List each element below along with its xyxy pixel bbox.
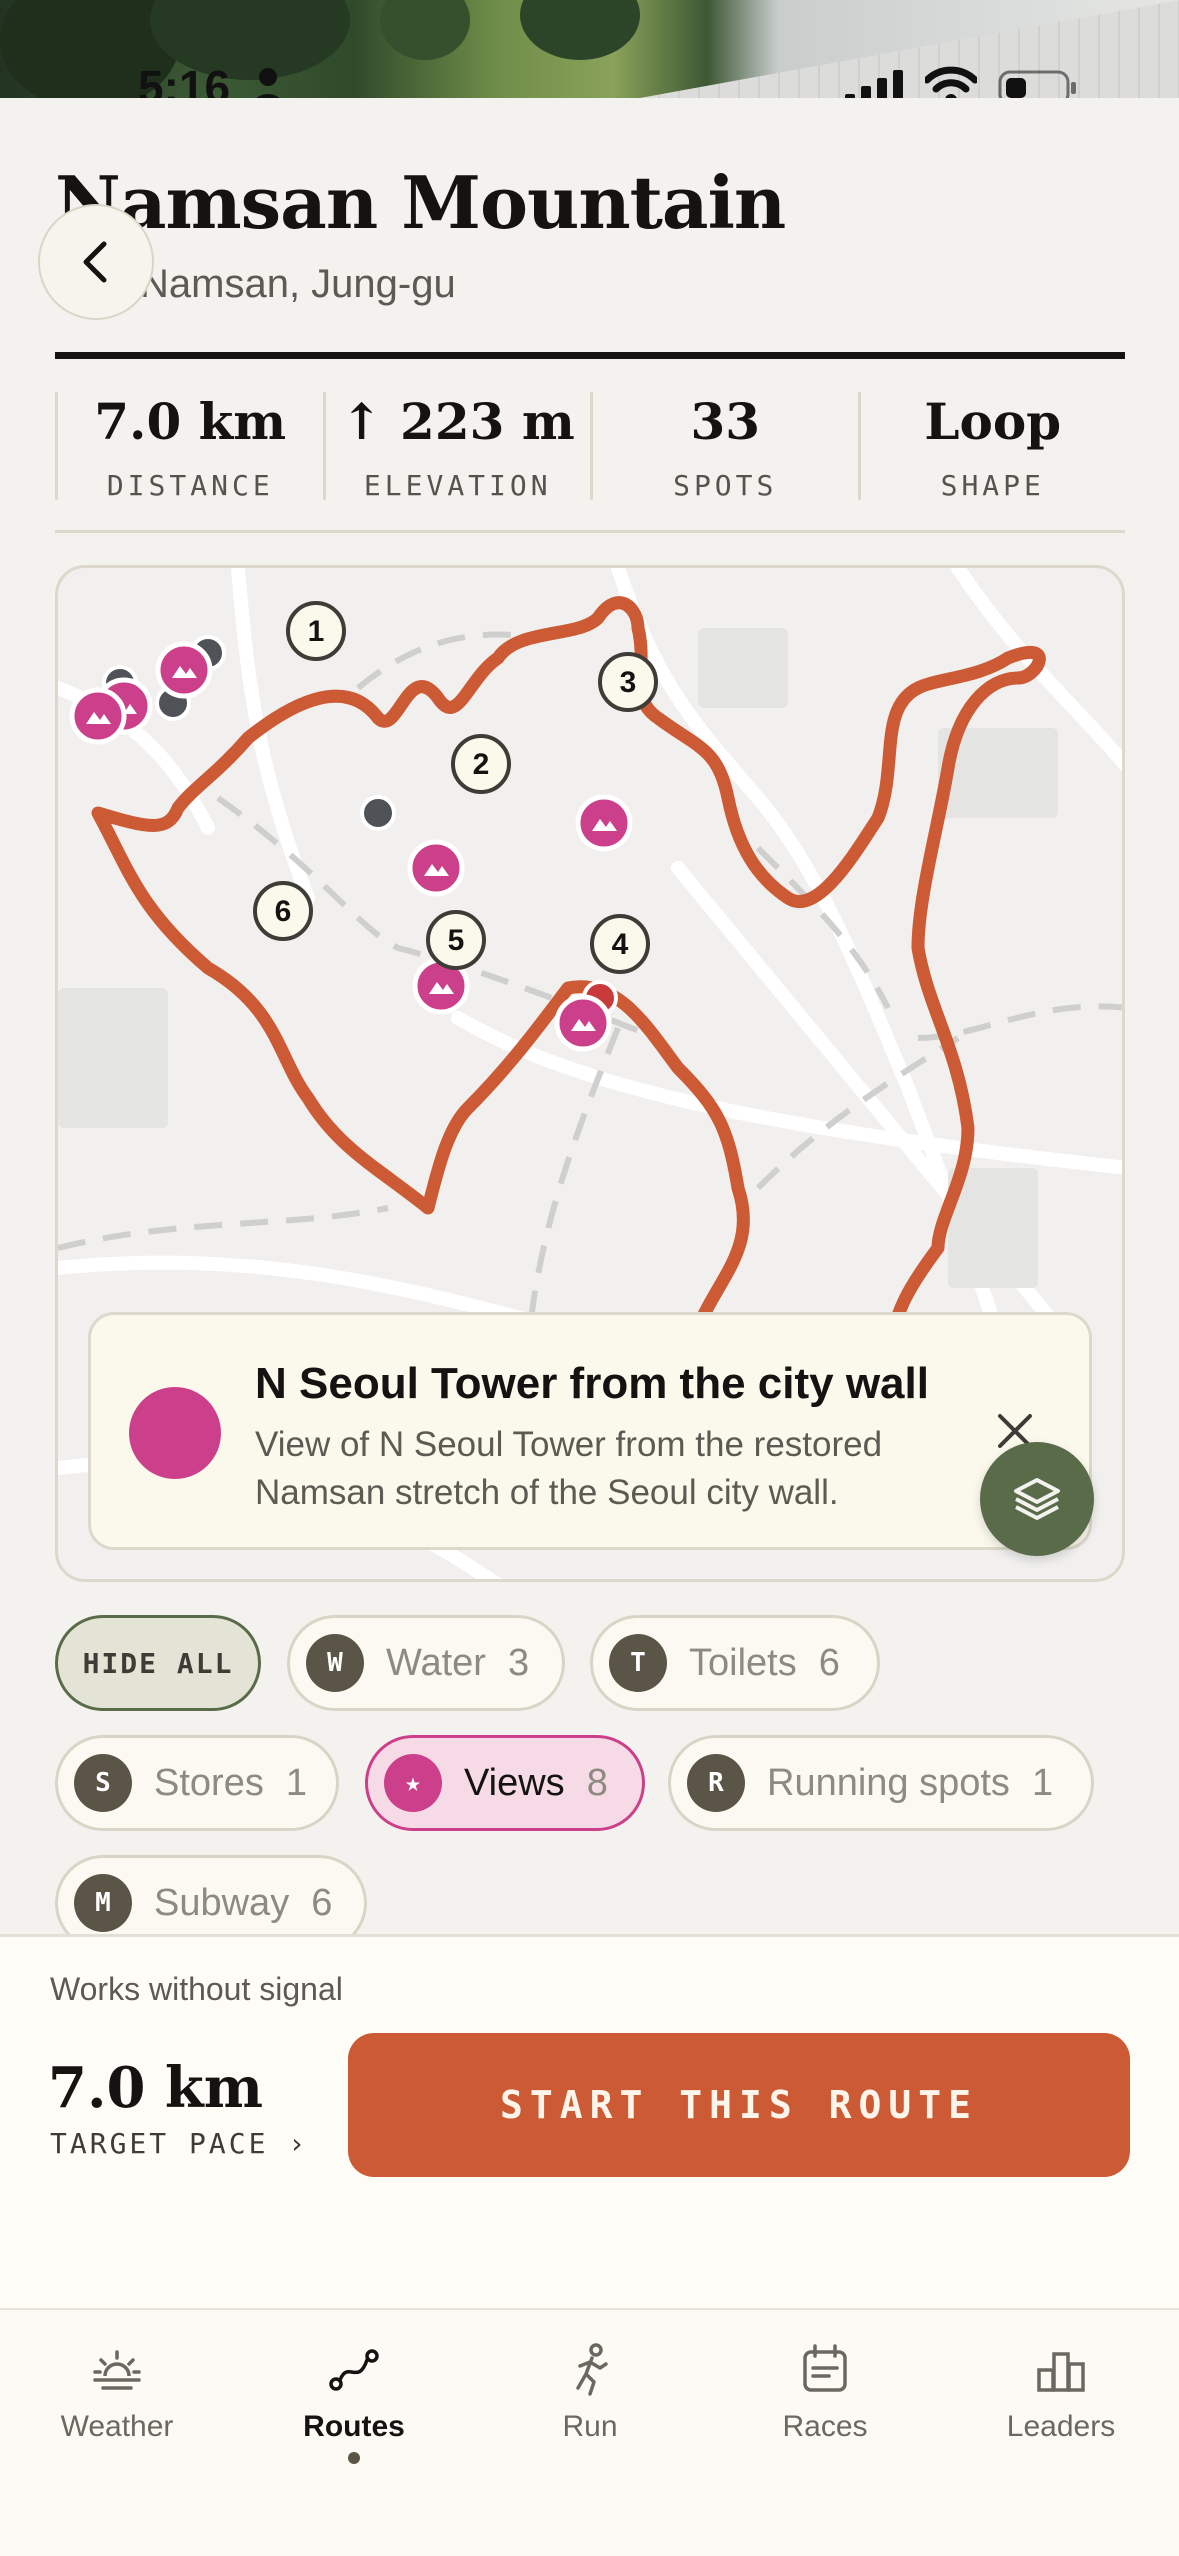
spot-callout[interactable]: N Seoul Tower from the city wall View of… <box>88 1312 1092 1550</box>
svg-text:4: 4 <box>612 928 629 961</box>
chip-label: Running spots <box>767 1761 1010 1804</box>
checkpoint-2[interactable]: 2 <box>451 734 511 794</box>
tab-routes[interactable]: Routes <box>254 2340 454 2464</box>
header-divider <box>55 352 1125 359</box>
tab-races[interactable]: Races <box>725 2340 925 2444</box>
checkpoint-markers: 1 2 3 4 5 6 <box>253 601 658 974</box>
chip-count: 1 <box>285 1761 307 1804</box>
stat-value: 7.0 km <box>94 392 287 451</box>
tab-label: Weather <box>60 2410 174 2443</box>
poi-dot <box>360 795 396 831</box>
toilets-badge-icon: T <box>609 1634 667 1692</box>
view-marker[interactable] <box>69 687 127 745</box>
active-tab-indicator <box>348 2452 360 2464</box>
chip-label: Views <box>464 1761 565 1804</box>
view-marker[interactable] <box>407 839 465 897</box>
chip-count: 3 <box>507 1641 530 1684</box>
filter-chip-toilets[interactable]: T Toilets 6 <box>590 1615 880 1711</box>
subway-badge-icon: M <box>74 1874 132 1932</box>
start-route-button[interactable]: START THIS ROUTE <box>348 2033 1130 2177</box>
stat-spots: 33 SPOTS <box>590 392 858 502</box>
svg-text:2: 2 <box>473 748 490 781</box>
checkpoint-5[interactable]: 5 <box>426 910 486 970</box>
chip-count: 6 <box>818 1641 840 1684</box>
water-badge-icon: W <box>306 1634 364 1692</box>
chip-count: 8 <box>586 1761 608 1804</box>
chip-count: 6 <box>311 1881 333 1924</box>
route-distance: 7.0 km <box>48 2055 263 2121</box>
tab-leaders[interactable]: Leaders <box>961 2340 1161 2444</box>
page-subtitle: Namsan, Jung-gu <box>140 262 456 306</box>
checkpoint-6[interactable]: 6 <box>253 881 313 941</box>
checkpoint-1[interactable]: 1 <box>286 601 346 661</box>
star-badge-icon: ★ <box>384 1754 442 1812</box>
checkpoint-3[interactable]: 3 <box>598 652 658 712</box>
runner-icon <box>576 2343 608 2396</box>
tab-run[interactable]: Run <box>490 2340 690 2444</box>
layers-icon <box>1014 1478 1060 1520</box>
stat-label: DISTANCE <box>106 469 274 502</box>
stat-value: ↑ 223 m <box>340 392 575 451</box>
svg-text:5: 5 <box>448 924 465 957</box>
chip-label: Stores <box>154 1761 264 1804</box>
back-button[interactable] <box>38 204 154 320</box>
chip-count: 1 <box>1031 1761 1054 1804</box>
filter-chip-stores[interactable]: S Stores 1 <box>55 1735 339 1831</box>
hide-all-label: HIDE ALL <box>82 1646 234 1680</box>
stat-label: SHAPE <box>940 469 1045 502</box>
map-layers-button[interactable] <box>980 1442 1094 1556</box>
filter-chip-views[interactable]: ★ Views 8 <box>365 1735 645 1831</box>
tab-label: Run <box>562 2410 618 2443</box>
start-route-card: Works without signal 7.0 km TARGET PACE … <box>0 1934 1179 2308</box>
page-title: Namsan Mountain <box>55 160 786 245</box>
chip-label: Water <box>386 1641 486 1684</box>
view-marker[interactable] <box>155 641 213 699</box>
stat-distance: 7.0 km DISTANCE <box>55 392 323 502</box>
stat-elevation: ↑ 223 m ELEVATION <box>322 392 591 502</box>
stores-badge-icon: S <box>74 1754 132 1812</box>
view-category-dot <box>129 1387 221 1479</box>
callout-description: View of N Seoul Tower from the restored … <box>255 1425 883 1512</box>
checkpoint-4[interactable]: 4 <box>590 914 650 974</box>
target-pace-link[interactable]: TARGET PACE › <box>50 2127 308 2160</box>
hide-all-button[interactable]: HIDE ALL <box>55 1615 261 1711</box>
filter-chip-running-spots[interactable]: R Running spots 1 <box>668 1735 1094 1831</box>
callout-title: N Seoul Tower from the city wall <box>255 1359 929 1408</box>
stat-label: SPOTS <box>673 469 778 502</box>
stats-divider <box>55 530 1125 533</box>
svg-text:6: 6 <box>275 895 292 928</box>
tab-label: Leaders <box>1006 2410 1116 2443</box>
calendar-icon <box>803 2344 847 2392</box>
tab-weather[interactable]: Weather <box>17 2340 217 2444</box>
offline-note: Works without signal <box>50 1971 343 2007</box>
route-icon <box>329 2349 379 2391</box>
svg-text:1: 1 <box>308 615 325 648</box>
svg-text:3: 3 <box>620 666 637 699</box>
filter-chip-water[interactable]: W Water 3 <box>287 1615 565 1711</box>
sun-horizon-icon <box>93 2350 141 2390</box>
chevron-left-icon <box>83 241 107 283</box>
stat-value: Loop <box>924 392 1062 451</box>
route-stats: 7.0 km DISTANCE ↑ 223 m ELEVATION 33 SPO… <box>55 392 1126 502</box>
stat-value: 33 <box>690 392 761 451</box>
tab-label: Routes <box>303 2410 405 2443</box>
stat-shape: Loop SHAPE <box>857 392 1126 502</box>
tab-bar: Weather Routes Run Races Leaders <box>0 2308 1179 2556</box>
bar-chart-icon <box>1037 2352 1085 2392</box>
view-marker[interactable] <box>575 794 633 852</box>
chip-label: Subway <box>154 1881 290 1924</box>
chip-label: Toilets <box>689 1641 797 1684</box>
view-marker[interactable] <box>554 994 612 1052</box>
running-spots-badge-icon: R <box>687 1754 745 1812</box>
stat-label: ELEVATION <box>363 469 552 502</box>
tab-label: Races <box>782 2410 868 2443</box>
